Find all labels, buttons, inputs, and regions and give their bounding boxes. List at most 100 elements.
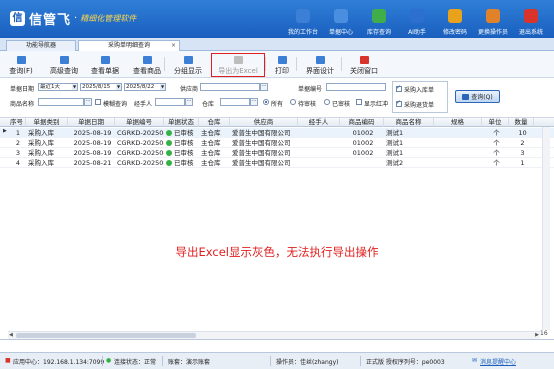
toolbar-button[interactable]: 高级查询 — [46, 53, 82, 76]
table-cell-spec — [436, 158, 482, 168]
purchase-return-checkbox[interactable] — [396, 99, 402, 107]
supplier-browse-button[interactable]: ··· — [260, 83, 268, 91]
status-approved-radio[interactable] — [324, 99, 330, 105]
fuzzy-query-checkbox[interactable] — [95, 99, 101, 105]
toolbar-button[interactable]: 界面设计 — [300, 53, 340, 76]
top-nav-item[interactable]: 修改密码 — [436, 4, 474, 36]
toolbar-button[interactable]: 分组显示 — [169, 53, 207, 76]
table-cell-date: 2025-08-21 — [70, 158, 115, 168]
column-header[interactable]: 单据类别 — [26, 118, 68, 127]
tab-label: 采购单明细查询 — [107, 42, 150, 49]
scroll-right-icon[interactable]: ▶ — [535, 332, 539, 338]
query-button[interactable]: 查询(Q) — [455, 90, 500, 103]
status-all-radio[interactable] — [263, 99, 269, 105]
handler-browse-button[interactable]: ··· — [185, 98, 193, 106]
table-cell-name: 测试2 — [386, 158, 434, 168]
column-header[interactable]: 经手人 — [298, 118, 340, 127]
tab-close-icon[interactable]: × — [171, 41, 176, 51]
table-cell-qty: 10 — [511, 128, 534, 138]
table-cell-spec — [436, 148, 482, 158]
top-nav-label: 我的工作台 — [287, 29, 318, 36]
table-cell-wh: 主仓库 — [201, 128, 230, 138]
table-cell-unit: 个 — [484, 158, 509, 168]
top-nav-item[interactable]: 更换操作员 — [474, 4, 512, 36]
top-nav-item[interactable]: 我的工作台 — [284, 4, 322, 36]
column-header[interactable]: 单据日期 — [68, 118, 115, 127]
toolbar-button-label: 查询(F) — [9, 67, 33, 75]
purchase-in-checkbox[interactable] — [396, 84, 402, 92]
column-header[interactable]: 商品名称 — [384, 118, 434, 127]
table-row[interactable]: 2 采购入库 2025-08-19 CGRKD-20250819 已审核主仓库 爱普生中国… — [0, 138, 554, 148]
column-header[interactable]: 单据编号 — [115, 118, 164, 127]
toolbar-button[interactable]: 打印 — [268, 53, 296, 76]
brand-name: 信管飞 — [29, 13, 72, 28]
account-set: 账套：演示账套 — [168, 359, 211, 366]
status-approved-icon — [166, 150, 172, 156]
record-count: 16 — [540, 330, 548, 337]
column-header[interactable]: 商品编码 — [340, 118, 384, 127]
product-browse-button[interactable]: ··· — [84, 98, 92, 106]
status-approved-icon — [166, 160, 172, 166]
table-cell-doc: CGRKD-20250819 — [117, 128, 164, 138]
cell-text: 个 — [493, 139, 500, 147]
table-cell-type: 采购入库 — [28, 128, 68, 138]
top-nav-item[interactable]: 单据中心 — [322, 4, 360, 36]
vertical-scrollbar[interactable] — [542, 127, 550, 330]
operator-info: 操作员：佳丝(zhangy) — [276, 359, 339, 366]
tab-function-navigator[interactable]: 功能导航器 — [6, 40, 76, 51]
status-pending-radio[interactable] — [290, 99, 296, 105]
column-header[interactable]: 仓库 — [199, 118, 230, 127]
table-cell-supplier: 爱普生中国有限公司 — [232, 138, 298, 148]
date-to-picker[interactable]: 2025/8/22 ▼ — [124, 83, 166, 91]
table-cell-supplier: 爱普生中国有限公司 — [232, 148, 298, 158]
date-range-select[interactable]: 最近1天 ▼ — [38, 83, 78, 91]
annotation-text: 导出Excel显示灰色，无法执行导出操作 — [175, 245, 379, 259]
toolbar-button[interactable]: 查看单据 — [86, 53, 124, 76]
show-red-checkbox[interactable] — [356, 99, 362, 105]
table-row[interactable]: ▶ 1 采购入库 2025-08-19 CGRKD-20250819 已审核主仓库 爱普生中… — [0, 128, 554, 138]
status-separator — [102, 356, 103, 366]
user-icon — [486, 9, 500, 23]
cell-text: 测试1 — [386, 149, 404, 157]
column-header[interactable]: 序号 — [8, 118, 26, 127]
column-header[interactable]: 供应商 — [230, 118, 298, 127]
top-nav-item[interactable]: AI助手 — [398, 4, 436, 36]
table-cell-no: 2 — [10, 138, 26, 148]
warehouse-browse-button[interactable]: ··· — [250, 98, 258, 106]
supplier-input[interactable] — [200, 83, 260, 91]
view-product-icon — [142, 56, 152, 64]
product-input[interactable] — [38, 98, 84, 106]
doc-no-input[interactable] — [326, 83, 386, 91]
cell-text: 2025-08-19 — [73, 139, 112, 147]
message-center-link[interactable]: 消息提醒中心 — [480, 357, 516, 366]
tab-purchase-detail-query[interactable]: 采购单明细查询 × — [78, 40, 180, 51]
top-nav-item[interactable]: 库存查询 — [360, 4, 398, 36]
tab-label: 功能导航器 — [25, 42, 56, 49]
date-from-picker[interactable]: 2025/8/15 ▼ — [80, 83, 122, 91]
column-header[interactable]: 规格 — [434, 118, 482, 127]
top-nav-item[interactable]: 退出系统 — [512, 4, 550, 36]
box-search-icon — [372, 9, 386, 23]
toolbar-button[interactable]: 查看商品 — [128, 53, 166, 76]
horizontal-scrollbar[interactable]: ◀ ▶ — [8, 331, 540, 339]
scroll-left-icon[interactable]: ◀ — [9, 332, 13, 338]
toolbar: 查询(F) 高级查询 查看单据 查看商品 分组显示 导出为Excel 打印 界面设计 关闭窗口 — [0, 51, 554, 78]
toolbar-button[interactable]: 关闭窗口 — [345, 53, 383, 76]
date-range-value: 最近1天 — [40, 84, 60, 90]
toolbar-button[interactable]: 查询(F) — [2, 53, 40, 76]
column-header[interactable]: 数量 — [509, 118, 534, 127]
table-cell-code: 01002 — [342, 148, 384, 158]
table-row[interactable]: 3 采购入库 2025-08-19 CGRKD-20250819 已审核主仓库 爱普生中国… — [0, 148, 554, 158]
cell-text: 个 — [493, 149, 500, 157]
cell-text: 已审核 — [174, 159, 194, 167]
scroll-thumb[interactable] — [16, 333, 196, 338]
column-header[interactable]: 单据状态 — [164, 118, 199, 127]
close-icon — [524, 9, 538, 23]
handler-input[interactable] — [155, 98, 185, 106]
toolbar-button-label: 界面设计 — [306, 67, 334, 75]
table-row[interactable]: 4 采购入库 2025-08-21 CGRKD-20250821 已审核主仓库 爱普生中国… — [0, 158, 554, 168]
cell-text: CGRKD-20250821 — [117, 159, 164, 167]
table-cell-handler — [300, 148, 340, 158]
warehouse-input[interactable] — [220, 98, 250, 106]
column-header[interactable]: 单位 — [482, 118, 509, 127]
